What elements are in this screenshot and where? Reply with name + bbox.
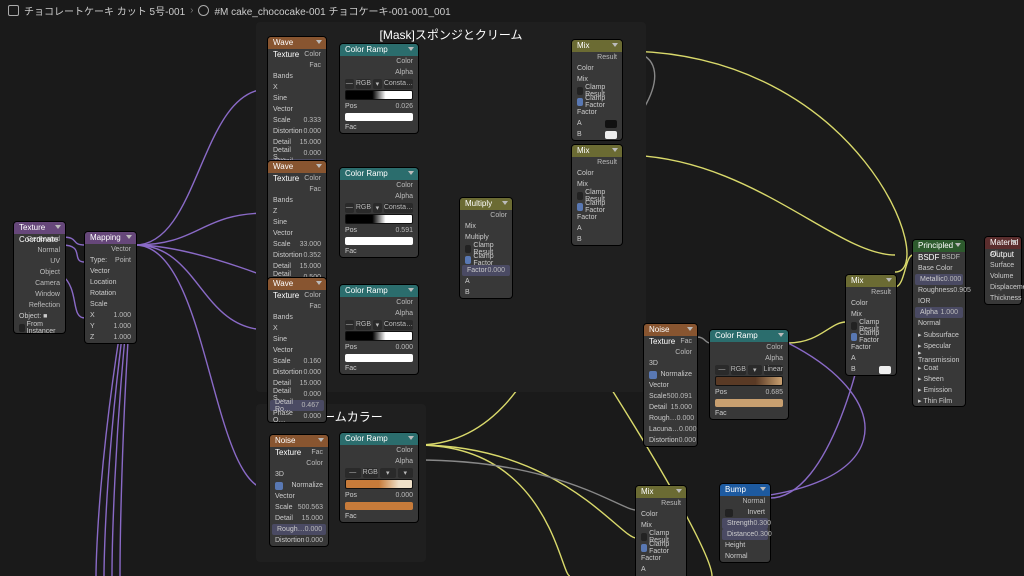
node-header[interactable]: Material Output: [985, 237, 1021, 249]
node-header[interactable]: Mix: [636, 486, 686, 498]
swatch[interactable]: [345, 113, 413, 121]
node-texture-coordinate[interactable]: Texture Coordinate Generated Normal UV O…: [14, 222, 65, 333]
node-principled-bsdf[interactable]: Principled BSDF BSDF Base Color Metallic…: [913, 240, 965, 406]
collapse-icon[interactable]: [612, 148, 618, 152]
node-color-ramp[interactable]: Color Ramp Color Alpha —RGB▾▾ Pos0.000 F…: [340, 433, 418, 522]
node-wave-texture[interactable]: Wave Texture Color Fac Bands X Sine Vect…: [268, 278, 326, 422]
checkbox-icon[interactable]: [577, 203, 583, 211]
object-icon: [8, 5, 19, 16]
socket: Window: [14, 289, 65, 300]
node-header[interactable]: Color Ramp: [340, 433, 418, 445]
node-color-ramp[interactable]: Color Ramp Color Alpha —RGB▾Consta… Pos0…: [340, 168, 418, 257]
socket: Camera: [14, 278, 65, 289]
node-header[interactable]: Color Ramp: [340, 168, 418, 180]
node-bump[interactable]: Bump Normal Invert Strength0.300 Distanc…: [720, 484, 770, 562]
node-header[interactable]: Texture Coordinate: [14, 222, 65, 234]
node-noise-texture[interactable]: Noise Texture Fac Color 3D Normalize Vec…: [270, 435, 328, 546]
breadcrumb: チョコレートケーキ カット 5号-001 › #M cake_chococake…: [8, 3, 451, 18]
node-header[interactable]: Mapping: [85, 232, 136, 244]
crumb-object[interactable]: チョコレートケーキ カット 5号-001: [24, 3, 185, 18]
gradient-bar[interactable]: [715, 376, 783, 386]
collapse-icon[interactable]: [408, 288, 414, 292]
node-header[interactable]: Bump: [720, 484, 770, 496]
collapse-icon[interactable]: [316, 281, 322, 285]
checkbox-icon[interactable]: [851, 322, 857, 330]
node-mix[interactable]: Mix Result Color Mix Clamp Result Clamp …: [572, 145, 622, 245]
swatch[interactable]: [345, 354, 413, 362]
node-header[interactable]: Noise Texture: [270, 435, 328, 447]
collapse-icon[interactable]: [126, 235, 132, 239]
node-header[interactable]: Color Ramp: [340, 44, 418, 56]
node-header[interactable]: Principled BSDF: [913, 240, 965, 252]
collapse-icon[interactable]: [316, 40, 322, 44]
node-header[interactable]: Wave Texture: [268, 278, 326, 290]
collapse-icon[interactable]: [778, 333, 784, 337]
checkbox-icon[interactable]: [851, 333, 857, 341]
node-wave-texture[interactable]: Wave Texture Color Fac Bands X Sine Vect…: [268, 37, 326, 181]
node-color-ramp[interactable]: Color Ramp Color Alpha —RGB▾Consta… Pos0…: [340, 285, 418, 374]
checkbox-icon[interactable]: [649, 371, 657, 379]
collapse-icon[interactable]: [408, 47, 414, 51]
chevron-right-icon: ›: [190, 5, 193, 16]
node-editor[interactable]: チョコレートケーキ カット 5号-001 › #M cake_chococake…: [0, 0, 1024, 576]
node-color-ramp[interactable]: Color Ramp Color Alpha —RGB▾Consta… Pos0…: [340, 44, 418, 133]
node-header[interactable]: Mix: [572, 40, 622, 52]
collapse-icon[interactable]: [502, 201, 508, 205]
node-mapping[interactable]: Mapping Vector Type:Point Vector Locatio…: [85, 232, 136, 343]
gradient-bar[interactable]: [345, 214, 413, 224]
socket: Normal: [14, 245, 65, 256]
collapse-icon[interactable]: [55, 225, 61, 229]
node-color-ramp[interactable]: Color Ramp Color Alpha —RGB▾Linear Pos0.…: [710, 330, 788, 419]
crumb-material[interactable]: #M cake_chococake-001 チョコケーキ-001-001_001: [214, 3, 450, 18]
collapse-icon[interactable]: [955, 243, 961, 247]
node-header[interactable]: Mix: [846, 275, 896, 287]
swatch[interactable]: [345, 502, 413, 510]
checkbox-icon[interactable]: [577, 192, 583, 200]
checkbox-icon[interactable]: [275, 482, 283, 490]
collapse-icon[interactable]: [316, 164, 322, 168]
collapse-icon[interactable]: [760, 487, 766, 491]
node-header[interactable]: Noise Texture: [644, 324, 697, 336]
swatch[interactable]: [345, 237, 413, 245]
collapse-icon[interactable]: [408, 171, 414, 175]
collapse-icon[interactable]: [687, 327, 693, 331]
collapse-icon[interactable]: [1011, 240, 1017, 244]
gradient-bar[interactable]: [345, 90, 413, 100]
node-mix[interactable]: Mix Result Color Mix Clamp Result Clamp …: [572, 40, 622, 140]
prop: From Instancer: [14, 322, 65, 333]
node-header[interactable]: Wave Texture: [268, 37, 326, 49]
checkbox-icon[interactable]: [577, 87, 583, 95]
node-material-output[interactable]: Material Output All Surface Volume Displ…: [985, 237, 1021, 304]
collapse-icon[interactable]: [886, 278, 892, 282]
node-header[interactable]: Color Ramp: [710, 330, 788, 342]
checkbox-icon[interactable]: [577, 98, 583, 106]
checkbox-icon[interactable]: [465, 245, 471, 253]
node-header[interactable]: Wave Texture: [268, 161, 326, 173]
node-multiply[interactable]: Multiply Color Mix Multiply Clamp Result…: [460, 198, 512, 298]
collapse-icon[interactable]: [676, 489, 682, 493]
node-noise-texture[interactable]: Noise Texture Fac Color 3D Normalize Vec…: [644, 324, 697, 446]
checkbox-icon[interactable]: [641, 533, 647, 541]
collapse-icon[interactable]: [408, 436, 414, 440]
socket: Reflection: [14, 300, 65, 311]
collapse-icon[interactable]: [612, 43, 618, 47]
node-header[interactable]: Mix: [572, 145, 622, 157]
node-mix[interactable]: Mix Result Color Mix Clamp Result Clamp …: [846, 275, 896, 375]
socket: UV: [14, 256, 65, 267]
checkbox-icon[interactable]: [641, 544, 647, 552]
swatch[interactable]: [715, 399, 783, 407]
node-mix[interactable]: Mix Result Color Mix Clamp Result Clamp …: [636, 486, 686, 576]
checkbox-icon[interactable]: [465, 256, 471, 264]
checkbox-icon[interactable]: [19, 324, 25, 332]
collapse-icon[interactable]: [318, 438, 324, 442]
material-icon: [198, 5, 209, 16]
gradient-bar[interactable]: [345, 479, 413, 489]
checkbox-icon[interactable]: [725, 509, 733, 517]
socket: Object: [14, 267, 65, 278]
node-header[interactable]: Multiply: [460, 198, 512, 210]
gradient-bar[interactable]: [345, 331, 413, 341]
node-header[interactable]: Color Ramp: [340, 285, 418, 297]
